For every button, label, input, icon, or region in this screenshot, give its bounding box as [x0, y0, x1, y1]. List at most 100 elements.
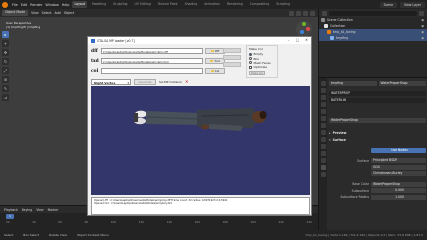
tool-tab-icon[interactable]	[320, 81, 326, 86]
optimize-checkbox-row[interactable]: Optimize	[249, 65, 275, 69]
use-nodes-button[interactable]: Use Nodes	[371, 147, 426, 153]
physics-tab-icon[interactable]	[320, 144, 326, 149]
tab-sculpting[interactable]: Sculpting	[111, 1, 129, 8]
side-button-1[interactable]	[223, 48, 241, 53]
rendered-shading-icon[interactable]	[310, 10, 315, 16]
solid-shading-icon[interactable]	[296, 10, 301, 16]
output-tab-icon[interactable]	[320, 95, 326, 100]
tab-scripting[interactable]: Scripting	[274, 1, 292, 8]
subsurface-radius-field[interactable]: 1.000	[371, 194, 426, 200]
object-tab-icon[interactable]	[320, 123, 326, 128]
subsurface-field[interactable]: 0.000	[371, 188, 426, 194]
view-layer-tab-icon[interactable]	[320, 102, 326, 107]
world-tab-icon[interactable]	[320, 116, 326, 121]
modifier-tab-icon[interactable]	[320, 130, 326, 135]
y-axis-icon[interactable]	[302, 22, 306, 26]
radio-selected-icon[interactable]	[249, 52, 252, 56]
object-mode-dropdown[interactable]: Object Mode	[2, 10, 29, 16]
menu-edit[interactable]: Edit	[21, 3, 28, 7]
menu-file[interactable]: File	[12, 3, 18, 7]
move-tool-icon[interactable]: ✥	[2, 49, 9, 56]
data-tab-icon[interactable]	[320, 158, 326, 163]
radio-icon[interactable]	[249, 61, 252, 65]
loader-side-buttons	[223, 48, 241, 67]
col-path-input[interactable]	[101, 68, 203, 74]
select-tool-icon[interactable]: ▸	[2, 31, 9, 38]
navigation-gizmo[interactable]	[296, 21, 312, 37]
viewport-menu-view[interactable]: View	[31, 11, 39, 15]
generate-button[interactable]: Generate	[134, 78, 156, 85]
measure-tool-icon[interactable]: ⊿	[2, 94, 9, 101]
tab-texture-paint[interactable]: Texture Paint	[156, 1, 180, 8]
side-button-2[interactable]	[223, 55, 241, 60]
viewport-menu-object[interactable]: Object	[64, 11, 74, 15]
material-slot[interactable]: BATERLIN	[329, 97, 426, 104]
render-tab-icon[interactable]	[320, 88, 326, 93]
filter-icon[interactable]	[419, 10, 424, 16]
material-tab-icon[interactable]	[320, 165, 326, 170]
view-layer-selector[interactable]: View Layer	[400, 1, 425, 8]
menu-render[interactable]: Render	[30, 3, 42, 7]
material-name-header[interactable]: WaterProperShop	[378, 80, 426, 86]
scale-tool-icon[interactable]: ⤢	[2, 67, 9, 74]
view-mode-dropdown[interactable]: Night Vertex ▾	[91, 78, 131, 85]
side-button-3[interactable]	[223, 62, 241, 67]
material-shading-icon[interactable]	[303, 10, 308, 16]
annotate-tool-icon[interactable]: ✎	[2, 85, 9, 92]
tab-animation[interactable]: Animation	[202, 1, 222, 8]
object-name-field[interactable]: tmpfing	[329, 80, 377, 86]
menu-help[interactable]: Help	[62, 3, 70, 7]
material-slot-label[interactable]: BATERLIN	[329, 97, 426, 103]
radio-icon[interactable]	[249, 57, 252, 61]
surface-shader-field[interactable]: Principled BSDF	[371, 158, 426, 164]
constraints-tab-icon[interactable]	[320, 151, 326, 156]
tab-shading[interactable]: Shading	[183, 1, 200, 8]
viewport-menu-add[interactable]: Add	[55, 11, 61, 15]
texture-tab-icon[interactable]	[320, 172, 326, 177]
open-txd-button[interactable]: Txd	[205, 58, 225, 64]
menu-window[interactable]: Window	[45, 3, 58, 7]
minimize-icon[interactable]: –	[284, 37, 293, 44]
outliner-item[interactable]: tmpfing ◉	[319, 35, 427, 41]
x-axis-icon[interactable]	[306, 27, 310, 31]
tab-layout[interactable]: Layout	[72, 1, 87, 8]
tab-modeling[interactable]: Modeling	[90, 1, 108, 8]
material-datablock-field[interactable]: WaterProperShop	[329, 118, 426, 124]
transform-tool-icon[interactable]: ⊞	[2, 76, 9, 83]
collision-disabled-icon[interactable]: ✕	[185, 79, 188, 84]
cursor-tool-icon[interactable]: +	[2, 40, 9, 47]
open-col-button[interactable]: Col	[205, 68, 225, 74]
timeline-menu-view[interactable]: View	[36, 208, 43, 212]
base-color-texture-field[interactable]: WaterProperShop	[371, 181, 426, 187]
blender-logo-icon[interactable]	[2, 1, 8, 8]
material-slot-label[interactable]: WATERPROP	[329, 91, 426, 97]
optimize-checkbox[interactable]	[249, 65, 252, 69]
rotate-tool-icon[interactable]: ↻	[2, 58, 9, 65]
timeline-playhead[interactable]: 1	[6, 214, 14, 219]
txd-path-input[interactable]: C:\Users\Laptop\Downloads\Models\wmybmy.…	[101, 58, 203, 64]
timeline-menu-marker[interactable]: Marker	[48, 208, 59, 212]
close-icon[interactable]: ✕	[302, 37, 311, 44]
model-preview-canvas[interactable]	[91, 86, 310, 195]
dff-path-input[interactable]: C:\Users\Laptop\Downloads\Models\wmybmy.…	[101, 48, 203, 54]
make-col-button[interactable]: Make Col	[249, 70, 265, 76]
wireframe-shading-icon[interactable]	[289, 10, 294, 16]
open-dff-button[interactable]: Dff	[205, 48, 225, 54]
tab-rendering[interactable]: Rendering	[225, 1, 245, 8]
viewport-menu-select[interactable]: Select	[42, 11, 52, 15]
visibility-eye-icon[interactable]: ◉	[421, 35, 424, 41]
status-box-select: Box Select	[23, 233, 40, 237]
maximize-icon[interactable]: □	[293, 37, 302, 44]
timeline-menu-keying[interactable]: Keying	[22, 208, 32, 212]
timeline-menu-playback[interactable]: Playback	[4, 208, 18, 212]
outliner-display-mode-icon[interactable]	[322, 10, 327, 16]
distribution-dropdown[interactable]: GGX	[371, 164, 426, 170]
tab-compositing[interactable]: Compositing	[248, 1, 271, 8]
particles-tab-icon[interactable]	[320, 137, 326, 142]
scene-tab-icon[interactable]	[320, 109, 326, 114]
z-axis-icon[interactable]	[300, 30, 304, 34]
scene-selector[interactable]: Scene	[379, 1, 398, 8]
tab-uv-editing[interactable]: UV Editing	[133, 1, 153, 8]
outliner-search-input[interactable]	[329, 10, 417, 16]
subsurface-method-dropdown[interactable]: Christensen-Burley	[371, 171, 426, 177]
